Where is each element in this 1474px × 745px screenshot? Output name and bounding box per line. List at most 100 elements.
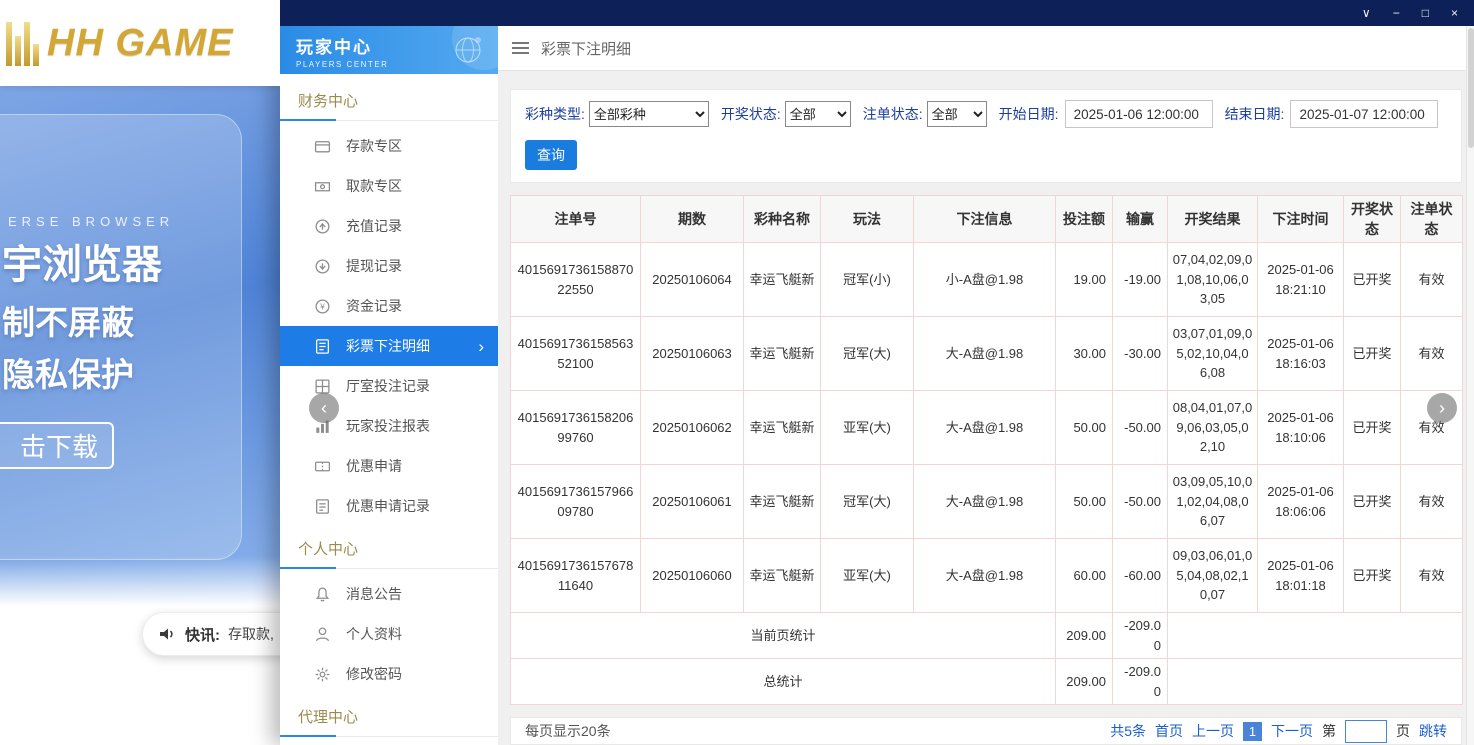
table-cell: 已开奖 (1344, 465, 1401, 539)
scrollbar-thumb[interactable] (1468, 28, 1474, 148)
download-button[interactable]: 击下载 (0, 422, 114, 469)
table-cell: 20250106060 (641, 539, 744, 613)
first-page-link[interactable]: 首页 (1155, 721, 1183, 741)
draw-status-label: 开奖状态: (721, 104, 781, 124)
banner-line3: 隐私保护 (2, 348, 134, 396)
table-cell: 有效 (1401, 317, 1463, 391)
banner-line2: 制不屏蔽 (2, 296, 134, 344)
table-cell: 30.00 (1056, 317, 1113, 391)
table-cell: 20250106061 (641, 465, 744, 539)
table-cell: 60.00 (1056, 539, 1113, 613)
table-cell: 20250106064 (641, 243, 744, 317)
close-icon[interactable]: × (1451, 7, 1458, 19)
table-cell: 亚军(大) (821, 391, 914, 465)
table-cell: 亚军(大) (821, 539, 914, 613)
menu-toggle-icon[interactable] (512, 42, 529, 54)
sidebar-item-label: 存款专区 (346, 136, 402, 156)
lottery-type-select[interactable]: 全部彩种 (589, 101, 709, 127)
column-header: 开奖状态 (1344, 196, 1401, 243)
filter-panel: 彩种类型: 全部彩种 开奖状态: 全部 注单状态: 全部 开始日期: (510, 89, 1462, 183)
draw-status-select[interactable]: 全部 (785, 101, 851, 127)
page-jump-input[interactable] (1345, 720, 1387, 743)
table-cell: 有效 (1401, 539, 1463, 613)
sidebar-item-withdraw[interactable]: 取款专区 (280, 166, 498, 206)
sidebar-section-title: 个人中心 (280, 526, 498, 569)
sidebar-item-deposit[interactable]: 存款专区 (280, 126, 498, 166)
column-header: 输赢 (1113, 196, 1168, 243)
sidebar-item-profile[interactable]: 个人资料 (280, 614, 498, 654)
sidebar-item-password[interactable]: 修改密码 (280, 654, 498, 694)
table-cell: 小-A盘@1.98 (914, 243, 1056, 317)
table-cell: 2025-01-06 18:06:06 (1258, 465, 1344, 539)
table-cell: 幸运飞艇新 (744, 317, 821, 391)
sidebar-item-promo-record[interactable]: 优惠申请记录 (280, 486, 498, 526)
table-body: 40156917361588702255020250106064幸运飞艇新冠军(… (511, 243, 1463, 705)
table-cell: 幸运飞艇新 (744, 391, 821, 465)
withdraw-icon (314, 178, 331, 195)
scrollbar[interactable] (1466, 26, 1474, 745)
sidebar-item-promo-apply[interactable]: 优惠申请 (280, 446, 498, 486)
sidebar-item-recharge-record[interactable]: 充值记录 (280, 206, 498, 246)
ticker-text: 存取款, (228, 624, 274, 644)
sidebar-section-title: 代理中心 (280, 694, 498, 737)
sidebar-item-label: 个人资料 (346, 624, 402, 644)
sidebar-item-label: 修改密码 (346, 664, 402, 684)
carousel-right-arrow-icon[interactable]: › (1427, 393, 1457, 423)
table-cell: 有效 (1401, 243, 1463, 317)
table-cell: 19.00 (1056, 243, 1113, 317)
sidebar-item-announcement[interactable]: 消息公告 (280, 574, 498, 614)
pager: 共5条 首页 上一页 1 下一页 第 页 跳转 (1110, 720, 1447, 743)
jump-label-before: 第 (1322, 721, 1336, 741)
maximize-icon[interactable]: □ (1422, 7, 1429, 19)
column-header: 下注时间 (1258, 196, 1344, 243)
jump-label-after: 页 (1396, 721, 1410, 741)
order-status-select[interactable]: 全部 (927, 101, 987, 127)
total-count: 共5条 (1110, 721, 1146, 741)
table-cell: 20250106062 (641, 391, 744, 465)
news-ticker[interactable]: 快讯: 存取款, (142, 612, 280, 656)
sidebar-item-lottery-bets[interactable]: 彩票下注明细› (280, 326, 498, 366)
search-button[interactable]: 查询 (525, 140, 577, 170)
table-header-row: 注单号期数彩种名称玩法下注信息投注额输赢开奖结果下注时间开奖状态注单状态 (511, 196, 1463, 243)
table-row: 40156917361588702255020250106064幸运飞艇新冠军(… (511, 243, 1463, 317)
site-logo: HH GAME (47, 22, 233, 65)
column-header: 开奖结果 (1168, 196, 1258, 243)
background-page: HH GAME ERSE BROWSER 宇浏览器 制不屏蔽 隐私保护 击下载 … (0, 0, 280, 745)
password-icon (314, 666, 331, 683)
banner-tagline: ERSE BROWSER (8, 214, 174, 229)
table-cell: 2025-01-06 18:10:06 (1258, 391, 1344, 465)
sidebar-item-funds-record[interactable]: ¥资金记录 (280, 286, 498, 326)
table-row: 40156917361582069976020250106062幸运飞艇新亚军(… (511, 391, 1463, 465)
column-header: 期数 (641, 196, 744, 243)
hall-bets-icon (314, 378, 331, 395)
table-row: 40156917361579660978020250106061幸运飞艇新冠军(… (511, 465, 1463, 539)
banner-title: 宇浏览器 (2, 232, 162, 290)
sidebar-item-withdraw-record[interactable]: 提现记录 (280, 246, 498, 286)
site-header: HH GAME (0, 0, 280, 86)
table-row: 40156917361576781164020250106060幸运飞艇新亚军(… (511, 539, 1463, 613)
lottery-type-label: 彩种类型: (525, 104, 585, 124)
sidebar-item-label: 充值记录 (346, 216, 402, 236)
table-cell: 幸运飞艇新 (744, 243, 821, 317)
grand-total-cell: 209.00 (1056, 659, 1113, 705)
next-page-link[interactable]: 下一页 (1271, 721, 1313, 741)
table-cell: 03,07,01,09,05,02,10,04,06,08 (1168, 317, 1258, 391)
end-date-input[interactable] (1290, 100, 1438, 128)
column-header: 投注额 (1056, 196, 1113, 243)
chevron-right-icon: › (478, 338, 484, 355)
start-date-input[interactable] (1065, 100, 1213, 128)
deposit-icon (314, 138, 331, 155)
table-cell: 有效 (1401, 465, 1463, 539)
table-cell: 大-A盘@1.98 (914, 317, 1056, 391)
dropdown-icon[interactable]: ∨ (1362, 7, 1371, 19)
table-cell: 已开奖 (1344, 539, 1401, 613)
globe-icon (450, 32, 486, 68)
prev-page-link[interactable]: 上一页 (1192, 721, 1234, 741)
column-header: 彩种名称 (744, 196, 821, 243)
page-total-cell: 当前页统计 (511, 613, 1056, 659)
table-cell: 幸运飞艇新 (744, 465, 821, 539)
carousel-left-arrow-icon[interactable]: ‹ (309, 393, 339, 423)
jump-button[interactable]: 跳转 (1419, 721, 1447, 741)
table-cell: 已开奖 (1344, 391, 1401, 465)
minimize-icon[interactable]: − (1393, 7, 1400, 19)
